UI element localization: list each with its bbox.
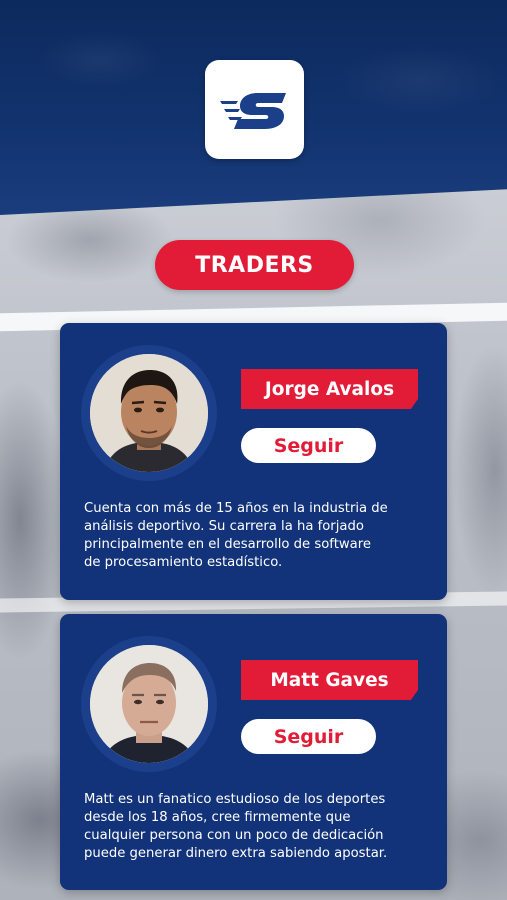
trader-card: Matt Gaves Seguir Matt es un fanatico es…: [60, 614, 447, 890]
avatar-ring: [81, 636, 217, 772]
bio-line: principalmente en el desarrollo de softw…: [84, 537, 371, 552]
bio-line: desde los 18 años, cree firmemente que: [84, 810, 351, 825]
bio-line: cualquier persona con un poco de dedicac…: [84, 828, 384, 843]
trader-avatar-jorge-avalos: [90, 354, 208, 472]
trader-name: Jorge Avalos: [241, 369, 418, 409]
bio-line: Cuenta con más de 15 años en la industri…: [84, 501, 388, 516]
speed-s-logo-icon: [219, 92, 286, 129]
trader-avatar-matt-gaves: [90, 645, 208, 763]
avatar-ring: [81, 345, 217, 481]
trader-name: Matt Gaves: [241, 660, 418, 700]
bio-line: de procesamiento estadístico.: [84, 555, 283, 570]
trader-bio: Matt es un fanatico estudioso de los dep…: [84, 791, 429, 863]
section-title-traders: TRADERS: [155, 240, 354, 290]
follow-button[interactable]: Seguir: [241, 719, 376, 754]
bio-line: Matt es un fanatico estudioso de los dep…: [84, 792, 386, 807]
trader-card: Jorge Avalos Seguir Cuenta con más de 15…: [60, 323, 447, 600]
trader-bio: Cuenta con más de 15 años en la industri…: [84, 500, 429, 572]
follow-button[interactable]: Seguir: [241, 428, 376, 463]
app-logo: [205, 60, 304, 159]
bio-line: análisis deportivo. Su carrera la ha for…: [84, 519, 364, 534]
bio-line: puede generar dinero extra sabiendo apos…: [84, 846, 388, 861]
